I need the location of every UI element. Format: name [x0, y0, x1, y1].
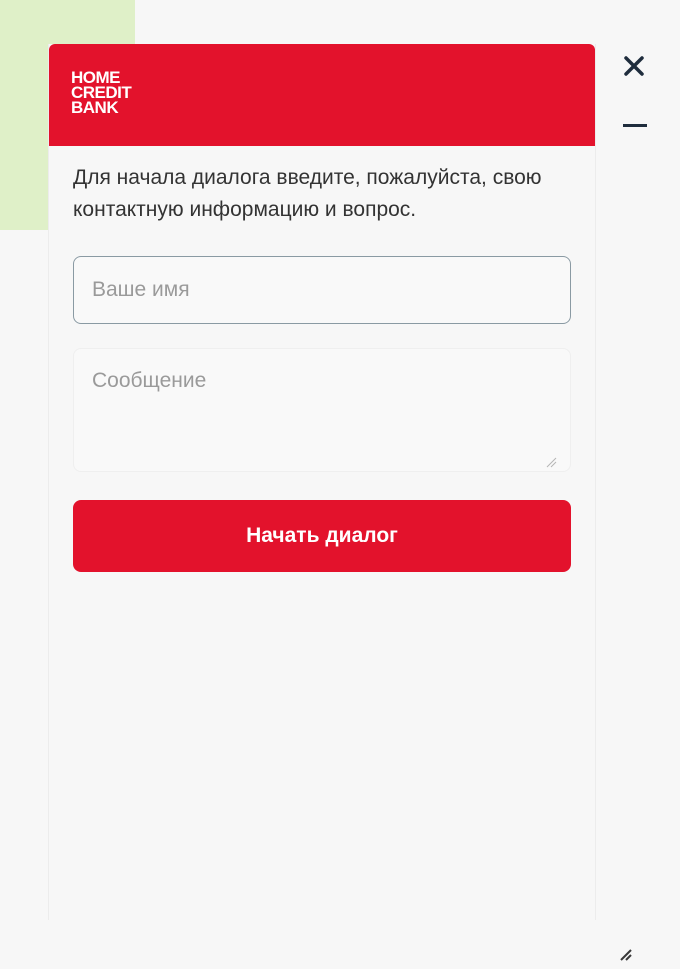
- minimize-button[interactable]: [620, 112, 650, 134]
- intro-text: Для начала диалога введите, пожалуйста, …: [73, 166, 542, 221]
- close-icon: [624, 56, 644, 76]
- chat-widget: HOME CREDIT BANK Для начала диалога введ…: [48, 44, 632, 961]
- home-credit-bank-logo: HOME CREDIT BANK: [71, 69, 132, 117]
- chat-header: HOME CREDIT BANK: [49, 44, 595, 146]
- logo-line-bank: BANK: [71, 98, 119, 117]
- minimize-icon: [623, 124, 647, 127]
- resize-grip-icon[interactable]: [543, 454, 557, 468]
- resize-handle-icon[interactable]: [615, 942, 637, 964]
- name-input[interactable]: [73, 256, 571, 324]
- message-textarea[interactable]: [73, 348, 571, 472]
- start-dialog-button[interactable]: Начать диалог: [73, 500, 571, 572]
- close-button[interactable]: [618, 50, 650, 82]
